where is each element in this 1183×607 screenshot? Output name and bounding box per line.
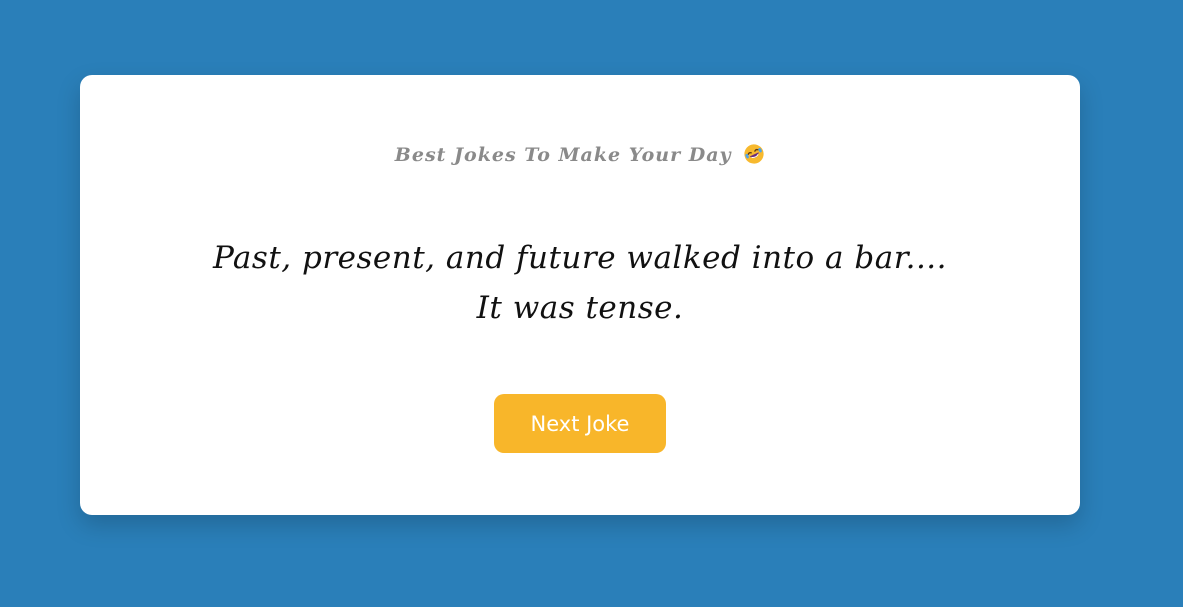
page-title: Best Jokes To Make Your Day bbox=[80, 141, 1080, 169]
heading-text: Best Jokes To Make Your Day bbox=[394, 144, 732, 166]
rolling-on-floor-laughing-icon bbox=[744, 144, 764, 164]
next-joke-button[interactable]: Next Joke bbox=[494, 394, 666, 453]
joke-card: Best Jokes To Make Your Day Past, presen… bbox=[80, 75, 1080, 515]
joke-text: Past, present, and future walked into a … bbox=[212, 240, 948, 326]
